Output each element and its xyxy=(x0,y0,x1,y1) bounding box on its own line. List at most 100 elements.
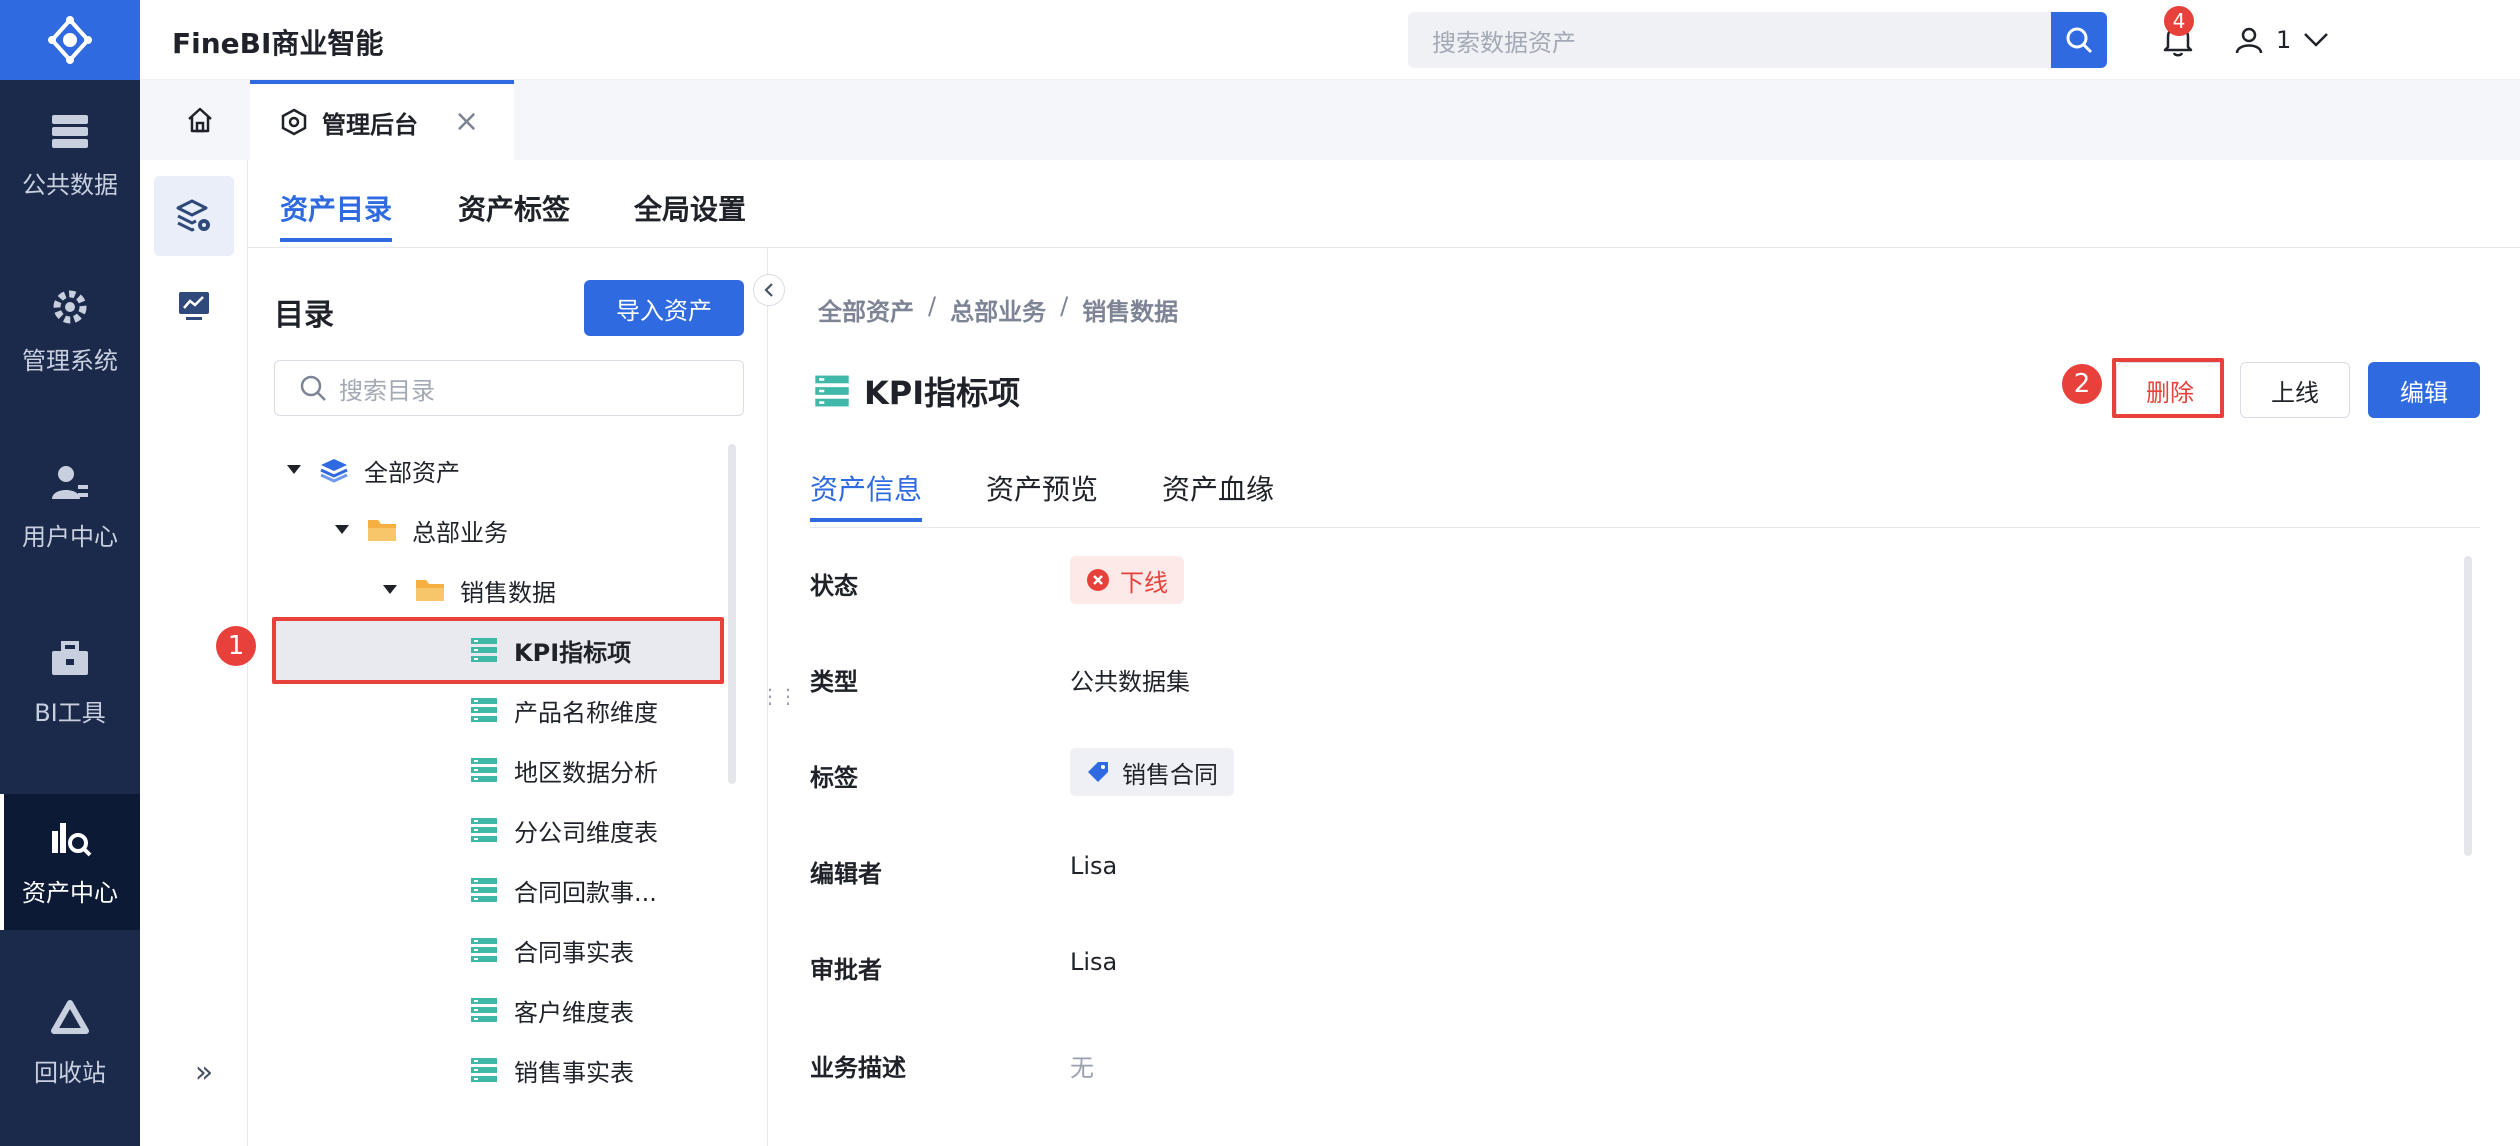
tree-item-sales-fact[interactable]: 销售事实表 xyxy=(468,1040,720,1100)
catalog-search-input[interactable]: 搜索目录 xyxy=(274,360,744,416)
nav-label: 资产中心 xyxy=(22,878,118,907)
description-label: 业务描述 xyxy=(810,1054,906,1082)
tree-item-contract-payment[interactable]: 合同回款事... xyxy=(468,860,720,920)
tree-item-label: 产品名称维度 xyxy=(514,698,658,727)
user-icon xyxy=(2235,27,2263,54)
editor-value: Lisa xyxy=(1070,852,1118,880)
breadcrumb-item[interactable]: 销售数据 xyxy=(1082,292,1178,327)
nav-label: 回收站 xyxy=(34,1058,106,1087)
asset-search-input[interactable]: 搜索数据资产 xyxy=(1408,12,2053,68)
tab-label: 管理后台 xyxy=(322,110,418,139)
caret-down-icon[interactable] xyxy=(280,465,308,475)
home-icon[interactable] xyxy=(180,100,220,140)
catalog-search-placeholder: 搜索目录 xyxy=(339,376,435,405)
nav-item-asset-center[interactable]: 资产中心 xyxy=(0,794,140,930)
table-icon xyxy=(468,814,500,846)
tree-item-customer-dim[interactable]: 客户维度表 xyxy=(468,980,720,1040)
app-title: FineBI商业智能 xyxy=(172,27,384,60)
catalog-title: 目录 xyxy=(274,298,334,333)
nav-label: BI工具 xyxy=(34,698,106,727)
tree-item-label: 总部业务 xyxy=(412,518,508,547)
user-menu[interactable]: 1 xyxy=(2234,20,2329,60)
publish-online-button[interactable]: 上线 xyxy=(2240,362,2350,418)
catalog-scrollbar[interactable] xyxy=(728,444,736,784)
nav-label: 用户中心 xyxy=(22,522,118,551)
asset-title-text: KPI指标项 xyxy=(864,374,1021,412)
nav-label: 管理系统 xyxy=(22,346,118,375)
asset-tag-chip[interactable]: 销售合同 xyxy=(1070,748,1234,796)
monitor-chart-rail-button[interactable] xyxy=(154,266,234,346)
search-button[interactable] xyxy=(2051,12,2107,68)
tree-item-contract-fact[interactable]: 合同事实表 xyxy=(468,920,720,980)
import-asset-button[interactable]: 导入资产 xyxy=(584,280,744,336)
nav-item-bi-tools[interactable]: BI工具 xyxy=(0,614,140,750)
tree-item-label: 客户维度表 xyxy=(514,998,634,1027)
collapse-panel-button[interactable] xyxy=(753,274,785,306)
type-label: 类型 xyxy=(810,668,858,696)
caret-down-icon[interactable] xyxy=(328,525,356,535)
tree-item-product-dim[interactable]: 产品名称维度 xyxy=(468,680,720,740)
tree-item-branch-dim[interactable]: 分公司维度表 xyxy=(468,800,720,860)
asset-search-icon xyxy=(48,817,92,861)
approver-value: Lisa xyxy=(1070,948,1118,976)
chevron-left-icon xyxy=(764,283,773,297)
gear-icon xyxy=(48,285,92,329)
tab-asset-preview[interactable]: 资产预览 xyxy=(986,468,1098,508)
nav-label: 公共数据 xyxy=(22,170,118,199)
status-value: 下线 xyxy=(1120,568,1168,597)
finebi-logo-icon[interactable] xyxy=(0,0,140,80)
page-tab-strip: 管理后台 × xyxy=(140,80,2520,160)
database-icon xyxy=(48,109,92,153)
tree-item-label: 合同事实表 xyxy=(514,938,634,967)
tab-admin-console[interactable]: 管理后台 × xyxy=(250,80,514,160)
step-badge-2: 2 xyxy=(2062,364,2102,404)
layers-gear-icon xyxy=(176,199,210,232)
status-label: 状态 xyxy=(810,572,858,600)
monitor-chart-icon xyxy=(179,292,209,320)
tree-item-label: 销售数据 xyxy=(460,578,556,607)
detail-scrollbar[interactable] xyxy=(2464,556,2472,856)
search-icon xyxy=(2066,27,2093,54)
search-icon xyxy=(300,375,326,401)
caret-down-icon[interactable] xyxy=(376,585,404,595)
breadcrumb-separator: / xyxy=(1060,292,1069,320)
tab-asset-lineage[interactable]: 资产血缘 xyxy=(1162,468,1274,508)
table-icon xyxy=(468,694,500,726)
tag-value: 销售合同 xyxy=(1122,760,1218,789)
tree-item-hq-business[interactable]: 总部业务 xyxy=(328,500,720,560)
approver-label: 审批者 xyxy=(810,956,882,984)
search-placeholder: 搜索数据资产 xyxy=(1432,28,1576,57)
close-icon[interactable]: × xyxy=(454,107,479,137)
table-icon xyxy=(815,375,849,407)
left-navigation: 公共数据 管理系统 用户中心 BI工具 资产中心 回收站 xyxy=(0,0,140,1146)
edit-button[interactable]: 编辑 xyxy=(2368,362,2480,418)
tree-item-sales-data[interactable]: 销售数据 xyxy=(376,560,720,620)
nav-item-user-center[interactable]: 用户中心 xyxy=(0,438,140,574)
expand-double-chevron-icon[interactable]: » xyxy=(184,1052,224,1092)
nav-item-public-data[interactable]: 公共数据 xyxy=(0,86,140,222)
tab-global-settings[interactable]: 全局设置 xyxy=(634,188,746,228)
folder-icon xyxy=(414,574,446,606)
table-icon xyxy=(468,1054,500,1086)
type-value: 公共数据集 xyxy=(1070,668,1190,696)
selection-highlight-box xyxy=(272,617,724,684)
tab-asset-tags[interactable]: 资产标签 xyxy=(458,188,570,228)
breadcrumb-item[interactable]: 总部业务 xyxy=(950,292,1046,327)
tree-item-label: 分公司维度表 xyxy=(514,818,658,847)
resize-drag-handle-icon[interactable]: ⋮⋮ xyxy=(760,684,798,708)
error-circle-icon xyxy=(1087,569,1109,591)
asset-catalog-rail-button[interactable] xyxy=(154,176,234,256)
nav-item-recycle-bin[interactable]: 回收站 xyxy=(0,974,140,1110)
breadcrumb-item[interactable]: 全部资产 xyxy=(818,292,914,327)
tree-item-label: 地区数据分析 xyxy=(514,758,658,787)
nav-item-management[interactable]: 管理系统 xyxy=(0,262,140,398)
recycle-icon xyxy=(48,997,92,1041)
breadcrumb: 全部资产 / 总部业务 / 销售数据 xyxy=(818,292,1178,327)
tab-asset-info[interactable]: 资产信息 xyxy=(810,468,923,522)
tree-item-region-analysis[interactable]: 地区数据分析 xyxy=(468,740,720,800)
tree-item-label: 全部资产 xyxy=(364,458,460,487)
tree-item-all-assets[interactable]: 全部资产 xyxy=(280,440,720,500)
description-value: 无 xyxy=(1070,1054,1094,1082)
settings-hex-icon xyxy=(281,108,307,136)
tab-asset-catalog[interactable]: 资产目录 xyxy=(280,188,393,242)
